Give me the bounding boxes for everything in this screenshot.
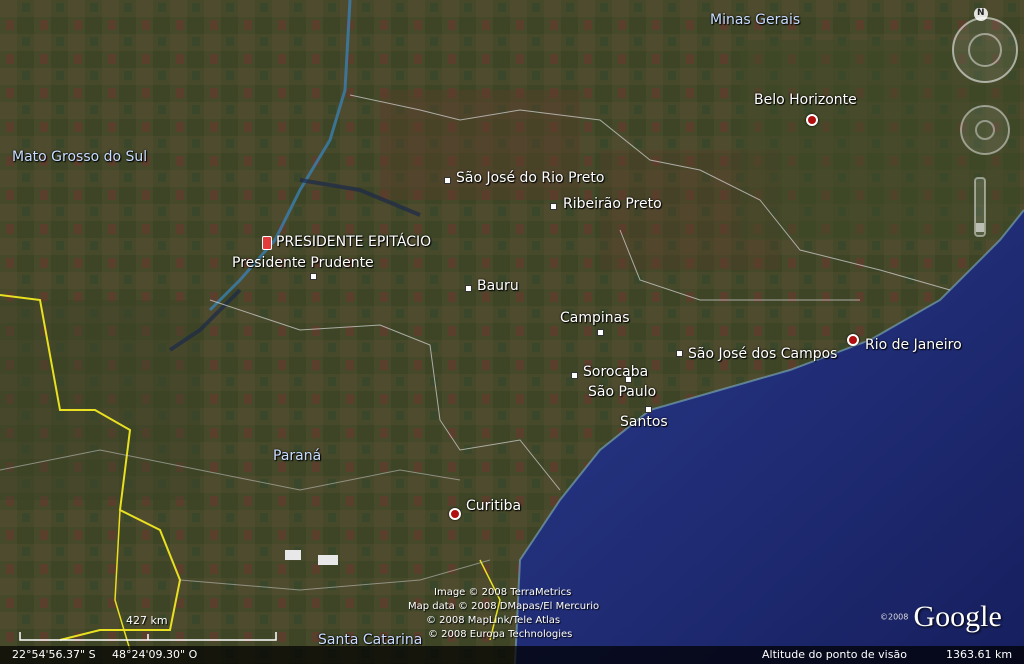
logo-brand: Google — [913, 600, 1002, 633]
city-label-belo-horizonte[interactable]: Belo Horizonte — [754, 92, 857, 108]
city-marker-sao-jose-rio-preto[interactable] — [444, 177, 451, 184]
city-label-rio-de-janeiro[interactable]: Rio de Janeiro — [865, 337, 962, 353]
longitude-readout: 48°24'09.30" O — [112, 648, 198, 661]
region-label-minas-gerais: Minas Gerais — [710, 12, 801, 28]
city-marker-sorocaba[interactable] — [571, 372, 578, 379]
altitude-value: 1363.61 km — [946, 648, 1013, 661]
altitude-label: Altitude do ponto de visão — [762, 648, 907, 661]
region-label-mato-grosso-do-sul: Mato Grosso do Sul — [12, 149, 148, 165]
city-label-presidente-epitacio[interactable]: PRESIDENTE EPITÁCIO — [276, 234, 431, 250]
city-marker-sao-paulo[interactable] — [625, 376, 632, 383]
attribution-line: Map data © 2008 DMapas/El Mercurio — [408, 601, 600, 612]
city-label-santos[interactable]: Santos — [620, 414, 668, 430]
attribution: Image © 2008 TerraMetrics Map data © 200… — [408, 586, 599, 642]
city-label-curitiba[interactable]: Curitiba — [466, 498, 521, 514]
city-marker-presidente-prudente[interactable] — [310, 273, 317, 280]
status-bar: 22°54'56.37" S 48°24'09.30" O Altitude d… — [0, 646, 1024, 664]
map-view[interactable]: Minas Gerais Mato Grosso do Sul Paraná S… — [0, 0, 1024, 664]
compass-ring-icon[interactable] — [950, 7, 1020, 238]
attribution-line: © 2008 MapLink/Tele Atlas — [426, 615, 561, 626]
city-marker-santos[interactable] — [645, 406, 652, 413]
scale-ruler — [19, 632, 277, 641]
attribution-line: Image © 2008 TerraMetrics — [434, 587, 572, 598]
region-label-parana: Paraná — [273, 448, 322, 464]
city-marker-bauru[interactable] — [465, 285, 472, 292]
city-marker-rio-de-janeiro[interactable] — [847, 334, 859, 346]
city-marker-curitiba[interactable] — [449, 508, 461, 520]
placemark-pin-icon[interactable] — [262, 236, 272, 250]
city-label-presidente-prudente[interactable]: Presidente Prudente — [232, 255, 374, 271]
logo-copyright: ©2008 — [880, 612, 909, 622]
compass-north-label: N — [977, 8, 985, 18]
city-marker-belo-horizonte[interactable] — [806, 114, 818, 126]
city-label-sao-jose-rio-preto[interactable]: São José do Rio Preto — [456, 170, 604, 186]
google-logo: ©2008 Google — [880, 600, 1002, 634]
city-label-campinas[interactable]: Campinas — [560, 310, 630, 326]
city-marker-campinas[interactable] — [597, 329, 604, 336]
scale-bar: 427 km — [18, 614, 278, 644]
city-label-sorocaba[interactable]: Sorocaba — [583, 364, 648, 380]
city-label-ribeirao-preto[interactable]: Ribeirão Preto — [563, 196, 662, 212]
city-marker-ribeirao-preto[interactable] — [550, 203, 557, 210]
city-label-sao-paulo[interactable]: São Paulo — [588, 384, 656, 400]
latitude-readout: 22°54'56.37" S — [12, 648, 96, 661]
navigation-controls[interactable]: N — [950, 7, 1020, 238]
attribution-line: © 2008 Europa Technologies — [428, 629, 573, 640]
city-label-bauru[interactable]: Bauru — [477, 278, 519, 294]
city-marker-sao-jose-dos-campos[interactable] — [676, 350, 683, 357]
city-label-sao-jose-dos-campos[interactable]: São José dos Campos — [688, 346, 837, 362]
satellite-terrain — [0, 0, 1024, 664]
